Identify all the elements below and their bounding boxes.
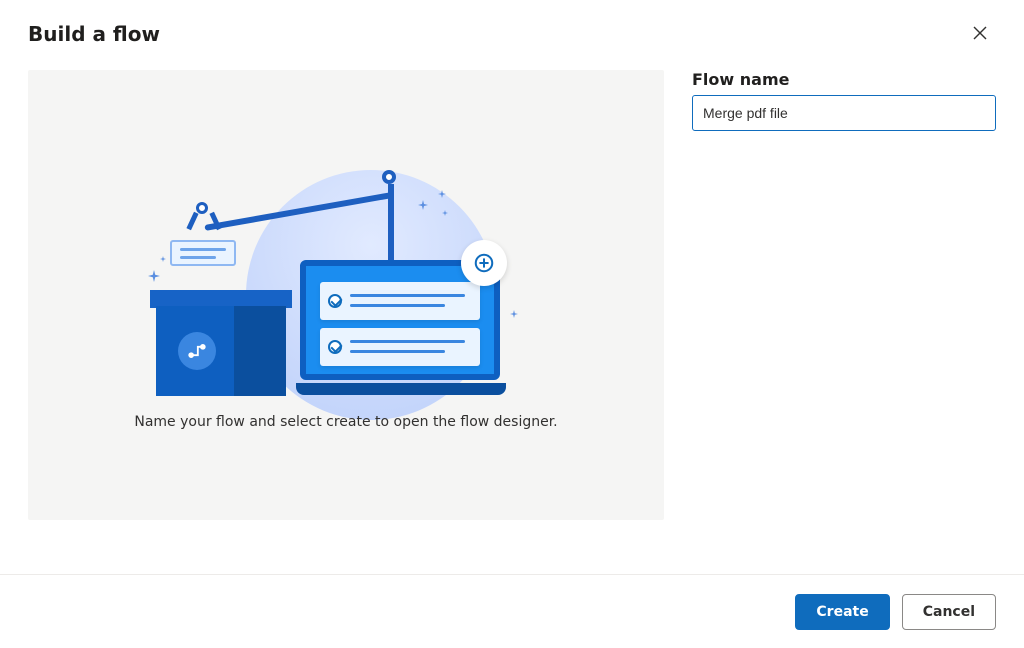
dialog-title: Build a flow [28, 22, 160, 46]
illustration-panel: Name your flow and select create to open… [28, 70, 664, 520]
close-icon [973, 26, 987, 43]
dialog-body: Name your flow and select create to open… [0, 60, 1024, 574]
cancel-button[interactable]: Cancel [902, 594, 996, 630]
flow-name-input[interactable] [692, 95, 996, 131]
create-button[interactable]: Create [795, 594, 889, 630]
sparkle-icon [418, 200, 428, 210]
sparkle-icon [148, 270, 160, 282]
plus-icon [461, 240, 507, 286]
sparkle-icon [438, 190, 446, 198]
form-panel: Flow name [692, 70, 996, 574]
illustration-caption: Name your flow and select create to open… [28, 414, 664, 430]
close-button[interactable] [964, 18, 996, 50]
dialog-header: Build a flow [0, 0, 1024, 60]
build-flow-dialog: Build a flow [0, 0, 1024, 648]
dialog-footer: Create Cancel [0, 574, 1024, 648]
flow-illustration [166, 160, 526, 400]
sparkle-icon [160, 256, 166, 262]
sparkle-icon [442, 210, 448, 216]
flow-icon [178, 332, 216, 370]
sparkle-icon [510, 310, 518, 318]
flow-name-label: Flow name [692, 70, 996, 89]
